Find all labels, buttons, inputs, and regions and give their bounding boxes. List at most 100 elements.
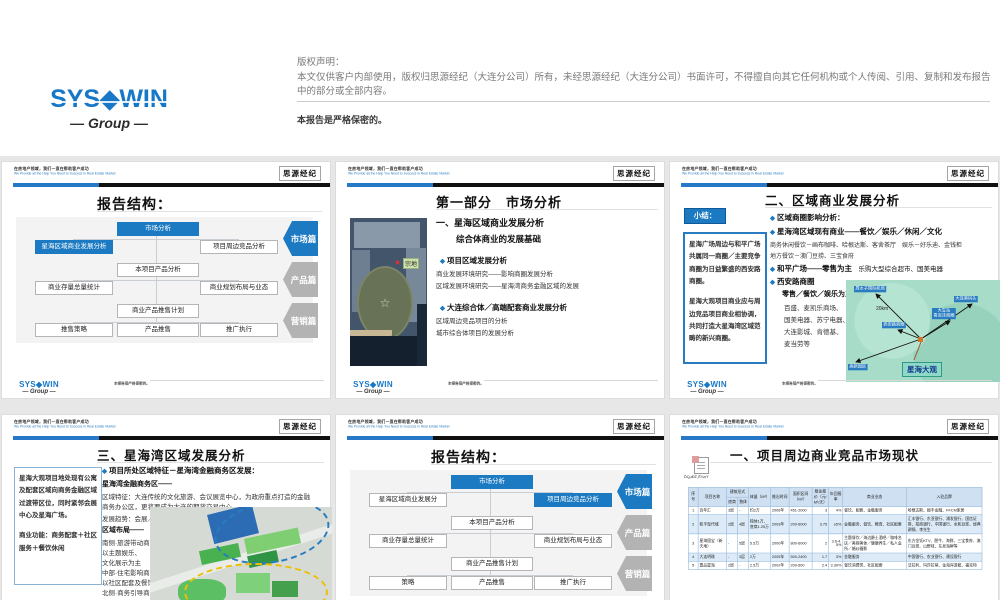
- column-header: 项目名称: [697, 486, 727, 507]
- bullet-2-line-1: 区域周边竞品项目的分析: [436, 318, 508, 325]
- table-cell: 3.30%: [828, 560, 844, 570]
- table-cell: 2000年: [770, 533, 790, 554]
- table-cell: 200-600: [788, 560, 813, 570]
- header-bar: [347, 183, 664, 187]
- document-icon-caption: ĎÇµĐŽ¸Ē¾ņŸ: [684, 475, 709, 479]
- bullet-4-sub: 零售／餐饮／娱乐为主: [782, 291, 852, 298]
- footer-logo-group: — Group —: [356, 389, 390, 395]
- site-star-icon: ★: [394, 258, 402, 267]
- summary-box: 星海广场周边与和平广场共属同一商圈／主要竞争商圈为日益繁盛的西安路商圈。 星海大…: [683, 232, 767, 364]
- table-cell: 5.5万: [748, 533, 771, 554]
- table-cell: 2: [811, 533, 829, 554]
- bullet-4: ◆ 西安路商圈: [770, 277, 815, 286]
- list-line-3: 大连影城、肯德基、: [784, 329, 843, 336]
- slogan-en: We Provide all the Help You Need to Succ…: [682, 424, 784, 429]
- table-cell: 餐饮消费类、社区配套: [842, 560, 907, 570]
- table-cell: 2层: [726, 560, 738, 570]
- section-subheading: 综合体商业的发展基础: [456, 234, 542, 244]
- footer-note: 本报告是严格保密的。: [114, 381, 150, 386]
- section-heading: 一、星海区域商业发展分析: [436, 218, 545, 228]
- layout-heading: 区域布局——: [102, 527, 144, 534]
- document-preview-page: SYS◆WIN — Group — 版权声明： 本文仅供客户内部使用，版权归思源…: [0, 0, 1000, 600]
- document-icon: [692, 456, 709, 474]
- table-cell: 2002年: [770, 560, 790, 570]
- table-cell: 大连明珠: [697, 552, 727, 562]
- header-bar: [13, 436, 330, 440]
- column-header: 体量（M²）: [748, 486, 771, 507]
- brand-badge: 思源经纪: [613, 419, 655, 434]
- map-label-port: 大连港码头: [954, 296, 978, 303]
- header-bar: [347, 436, 664, 440]
- location-paragraph: 星海大观项目地处现有公寓及配套区域向商务金融区域过渡带区位，同时紧邻会展中心及星…: [19, 475, 97, 520]
- header-bar: [13, 183, 330, 187]
- table-header: 序号 项目名称 建筑形式 体量（M²） 推出时间 面积区间（M²） 租金报价（元/M²/天）…: [687, 486, 983, 507]
- diagram-box-planning: 商业规划布局与业态: [534, 534, 612, 548]
- slide-slogan: 在房地产领域，我们一直在帮助客户成功 We Provide all the He…: [348, 166, 450, 176]
- table-row: 5 壹品星海 2层 -2.5万 2002年 200-600 2.4 3.30% 餐饮消费类、社区…: [687, 560, 983, 570]
- diagram-box-planning: 商业规划布局与业态: [200, 281, 278, 295]
- table-cell: 3: [687, 533, 699, 554]
- slogan-en: We Provide all the Help You Need to Succ…: [348, 171, 450, 176]
- diamond-bullet-icon: ◆: [440, 305, 445, 312]
- table-cell: 3层: [737, 552, 749, 562]
- table-cell: ≥5%: [828, 514, 844, 535]
- distance-label: 20km: [876, 306, 888, 312]
- column-header: 租金报价（元/M²/天）: [811, 486, 829, 507]
- satellite-map: ☆ ★ 宗地: [350, 218, 427, 366]
- bullet-3: ◆ 和平广场——零售为主 乐购大型综合超市、国美电器: [770, 264, 943, 273]
- diagram-box-sales: 产品推售: [451, 576, 533, 590]
- layout-line-6: 北侧·商务引导商业: [102, 590, 157, 597]
- table-cell: 2.5万: [748, 560, 771, 570]
- diagram-box-xinghai: 星海区域商业发展分: [369, 493, 447, 507]
- table-cell: -: [726, 533, 738, 554]
- list-line-4: 麦当劳等: [784, 341, 810, 348]
- column-header: 年回报率: [828, 486, 844, 507]
- table-row: 3 星海国宝（新天地） -5层 5.5万 2000年 800-6000 2 3.6-4.5% 主…: [687, 533, 983, 554]
- footer-divider: [483, 380, 658, 381]
- table-cell: 金融服务: [842, 552, 907, 562]
- footer-logo-text: SYS◆WIN: [687, 380, 727, 389]
- table-cell: 3层: [726, 506, 738, 515]
- site-label: 宗地: [403, 258, 420, 269]
- diagram-box-stock: 商业存量总量统计: [35, 281, 113, 295]
- table-cell: 2003年: [770, 514, 790, 535]
- brand-badge: 思源经纪: [613, 166, 655, 181]
- table-cell: 2万: [748, 552, 771, 562]
- slide-slogan: 在房地产领域，我们一直在帮助客户成功 We Provide all the He…: [682, 166, 784, 176]
- table-cell: 451-2000: [788, 506, 813, 515]
- bullet-2: ◆ 大连综合体／高端配套商业发展分析: [440, 303, 567, 312]
- table-cell: -: [726, 552, 738, 562]
- slide-xinghai-bay: 三、星海湾区域发展分析 星海大观项目地处现有公寓及配套区域向商务金融区域过渡带区…: [2, 415, 332, 600]
- brand-badge: 思源经纪: [279, 166, 321, 181]
- planning-map: [150, 507, 332, 600]
- slogan-en: We Provide all the Help You Need to Succ…: [348, 424, 450, 429]
- bullet-2-line-1: 商务休闲餐饮－画布咖啡、哈根达斯、客舍茶厅 娱乐－好乐迪、金钱柜: [770, 243, 963, 249]
- table-cell: 中国银行、农业银行、建设银行: [906, 552, 983, 562]
- footer-divider: [817, 380, 992, 381]
- bullet-2-line-2: 地方餐饮－澳门豆捞、三宝食府: [770, 254, 855, 260]
- column-header: 序号: [687, 486, 699, 507]
- table-cell: 百年汇: [697, 506, 727, 515]
- table-cell: 2005年: [770, 552, 790, 562]
- slide-slogan: 在房地产领域，我们一直在帮助客户成功 We Provide all the He…: [14, 419, 116, 429]
- bullet-1-line-1: 商业发展环境研究——影响商圈发展分析: [436, 271, 553, 278]
- table-cell: 2: [687, 514, 699, 535]
- table-cell: 5层: [737, 533, 749, 554]
- header-bar: [681, 183, 998, 187]
- slide-slogan: 在房地产领域，我们一直在帮助客户成功 We Provide all the He…: [14, 166, 116, 176]
- slogan-en: We Provide all the Help You Need to Succ…: [14, 171, 116, 176]
- diagram-box-promotion: 推广执行: [534, 576, 612, 590]
- layout-line-2: 以主题娱乐、: [102, 550, 141, 557]
- diagram-box-market: 市场分析: [451, 475, 533, 489]
- column-header: 入驻品牌: [906, 486, 983, 507]
- list-line-1: 百盛、麦凯乐商场、: [784, 305, 843, 312]
- table-cell: 独体1万、底商1.25万: [748, 514, 771, 535]
- table-cell: 4: [687, 552, 699, 562]
- table-row: 1 百年汇 3层 - 约2万 2006年 451-2000 3 4% 餐饮、配套、金融服务 哈根达斯…: [687, 506, 983, 515]
- table-cell: -: [737, 506, 749, 515]
- copyright-divider: [297, 101, 990, 102]
- slide-market-analysis-intro: 第一部分 市场分析 ☆ ★ 宗地 一、星海区域商业发展分析 综合体商业的发展基础…: [336, 162, 664, 398]
- bullet-1-line-2: 区域发展环境研究——星海湾商务金融区域的发展: [436, 283, 579, 290]
- footer-logo-text: SYS◆WIN: [353, 380, 393, 389]
- diagram-box-xinghai: 星海区域商业发展分析: [35, 240, 113, 254]
